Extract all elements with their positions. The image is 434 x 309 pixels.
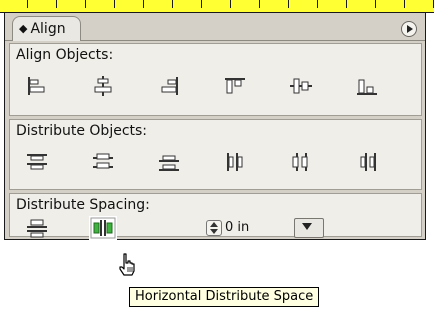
horizontal-distribute-space-icon[interactable] xyxy=(89,216,117,240)
align-objects-section: Align Objects: xyxy=(9,43,422,116)
vertical-distribute-center-icon[interactable] xyxy=(89,150,117,174)
ruler-tick xyxy=(230,0,231,8)
vertical-align-center-icon[interactable] xyxy=(287,74,315,98)
horizontal-distribute-right-icon[interactable] xyxy=(353,150,381,174)
ruler-tick xyxy=(56,0,57,8)
ruler-tick xyxy=(317,0,318,8)
spacing-stepper[interactable] xyxy=(206,220,222,236)
top-ruler xyxy=(0,0,434,13)
ruler-tick xyxy=(85,0,86,8)
horizontal-align-right-icon[interactable] xyxy=(155,74,183,98)
ruler-tick xyxy=(114,0,115,8)
spacing-dropdown-button[interactable] xyxy=(294,218,324,238)
vertical-distribute-bottom-icon[interactable] xyxy=(155,150,183,174)
ruler-tick xyxy=(346,0,347,8)
tooltip: Horizontal Distribute Space xyxy=(129,287,320,307)
spacing-value-field[interactable]: 0 in xyxy=(225,220,285,236)
horizontal-align-left-icon[interactable] xyxy=(23,74,51,98)
vertical-align-bottom-icon[interactable] xyxy=(353,74,381,98)
distribute-objects-section: Distribute Objects: xyxy=(9,119,422,190)
distribute-spacing-section: Distribute Spacing: 0 in xyxy=(9,193,422,240)
ruler-tick xyxy=(143,0,144,8)
ruler-tick xyxy=(172,0,173,8)
distribute-objects-label: Distribute Objects: xyxy=(16,123,148,139)
vertical-distribute-top-icon[interactable] xyxy=(23,150,51,174)
stepper-down-icon[interactable] xyxy=(210,229,218,234)
hand-cursor-icon xyxy=(119,253,135,276)
distribute-spacing-label: Distribute Spacing: xyxy=(16,197,150,213)
distribute-spacing-row: 0 in xyxy=(10,216,421,240)
collapse-arrows-icon[interactable]: ◆ xyxy=(19,17,27,41)
ruler-tick xyxy=(201,0,202,8)
tab-align-label: Align xyxy=(30,21,66,37)
ruler-tick xyxy=(375,0,376,8)
horizontal-distribute-left-icon[interactable] xyxy=(221,150,249,174)
ruler-tick xyxy=(27,0,28,8)
tab-align[interactable]: ◆ Align xyxy=(12,16,81,41)
align-objects-row xyxy=(10,70,421,100)
ruler-tick xyxy=(288,0,289,8)
ruler-tick xyxy=(404,0,405,8)
distribute-objects-row xyxy=(10,146,421,176)
horizontal-distribute-center-icon[interactable] xyxy=(287,150,315,174)
vertical-align-top-icon[interactable] xyxy=(221,74,249,98)
panel-menu-button[interactable] xyxy=(401,21,417,37)
align-panel: ◆ Align Align Objects: Distribute Object… xyxy=(4,13,426,240)
horizontal-align-center-icon[interactable] xyxy=(89,74,117,98)
vertical-distribute-space-icon[interactable] xyxy=(23,216,51,240)
ruler-tick xyxy=(259,0,260,8)
stepper-up-icon[interactable] xyxy=(210,222,218,227)
align-objects-label: Align Objects: xyxy=(16,47,114,63)
